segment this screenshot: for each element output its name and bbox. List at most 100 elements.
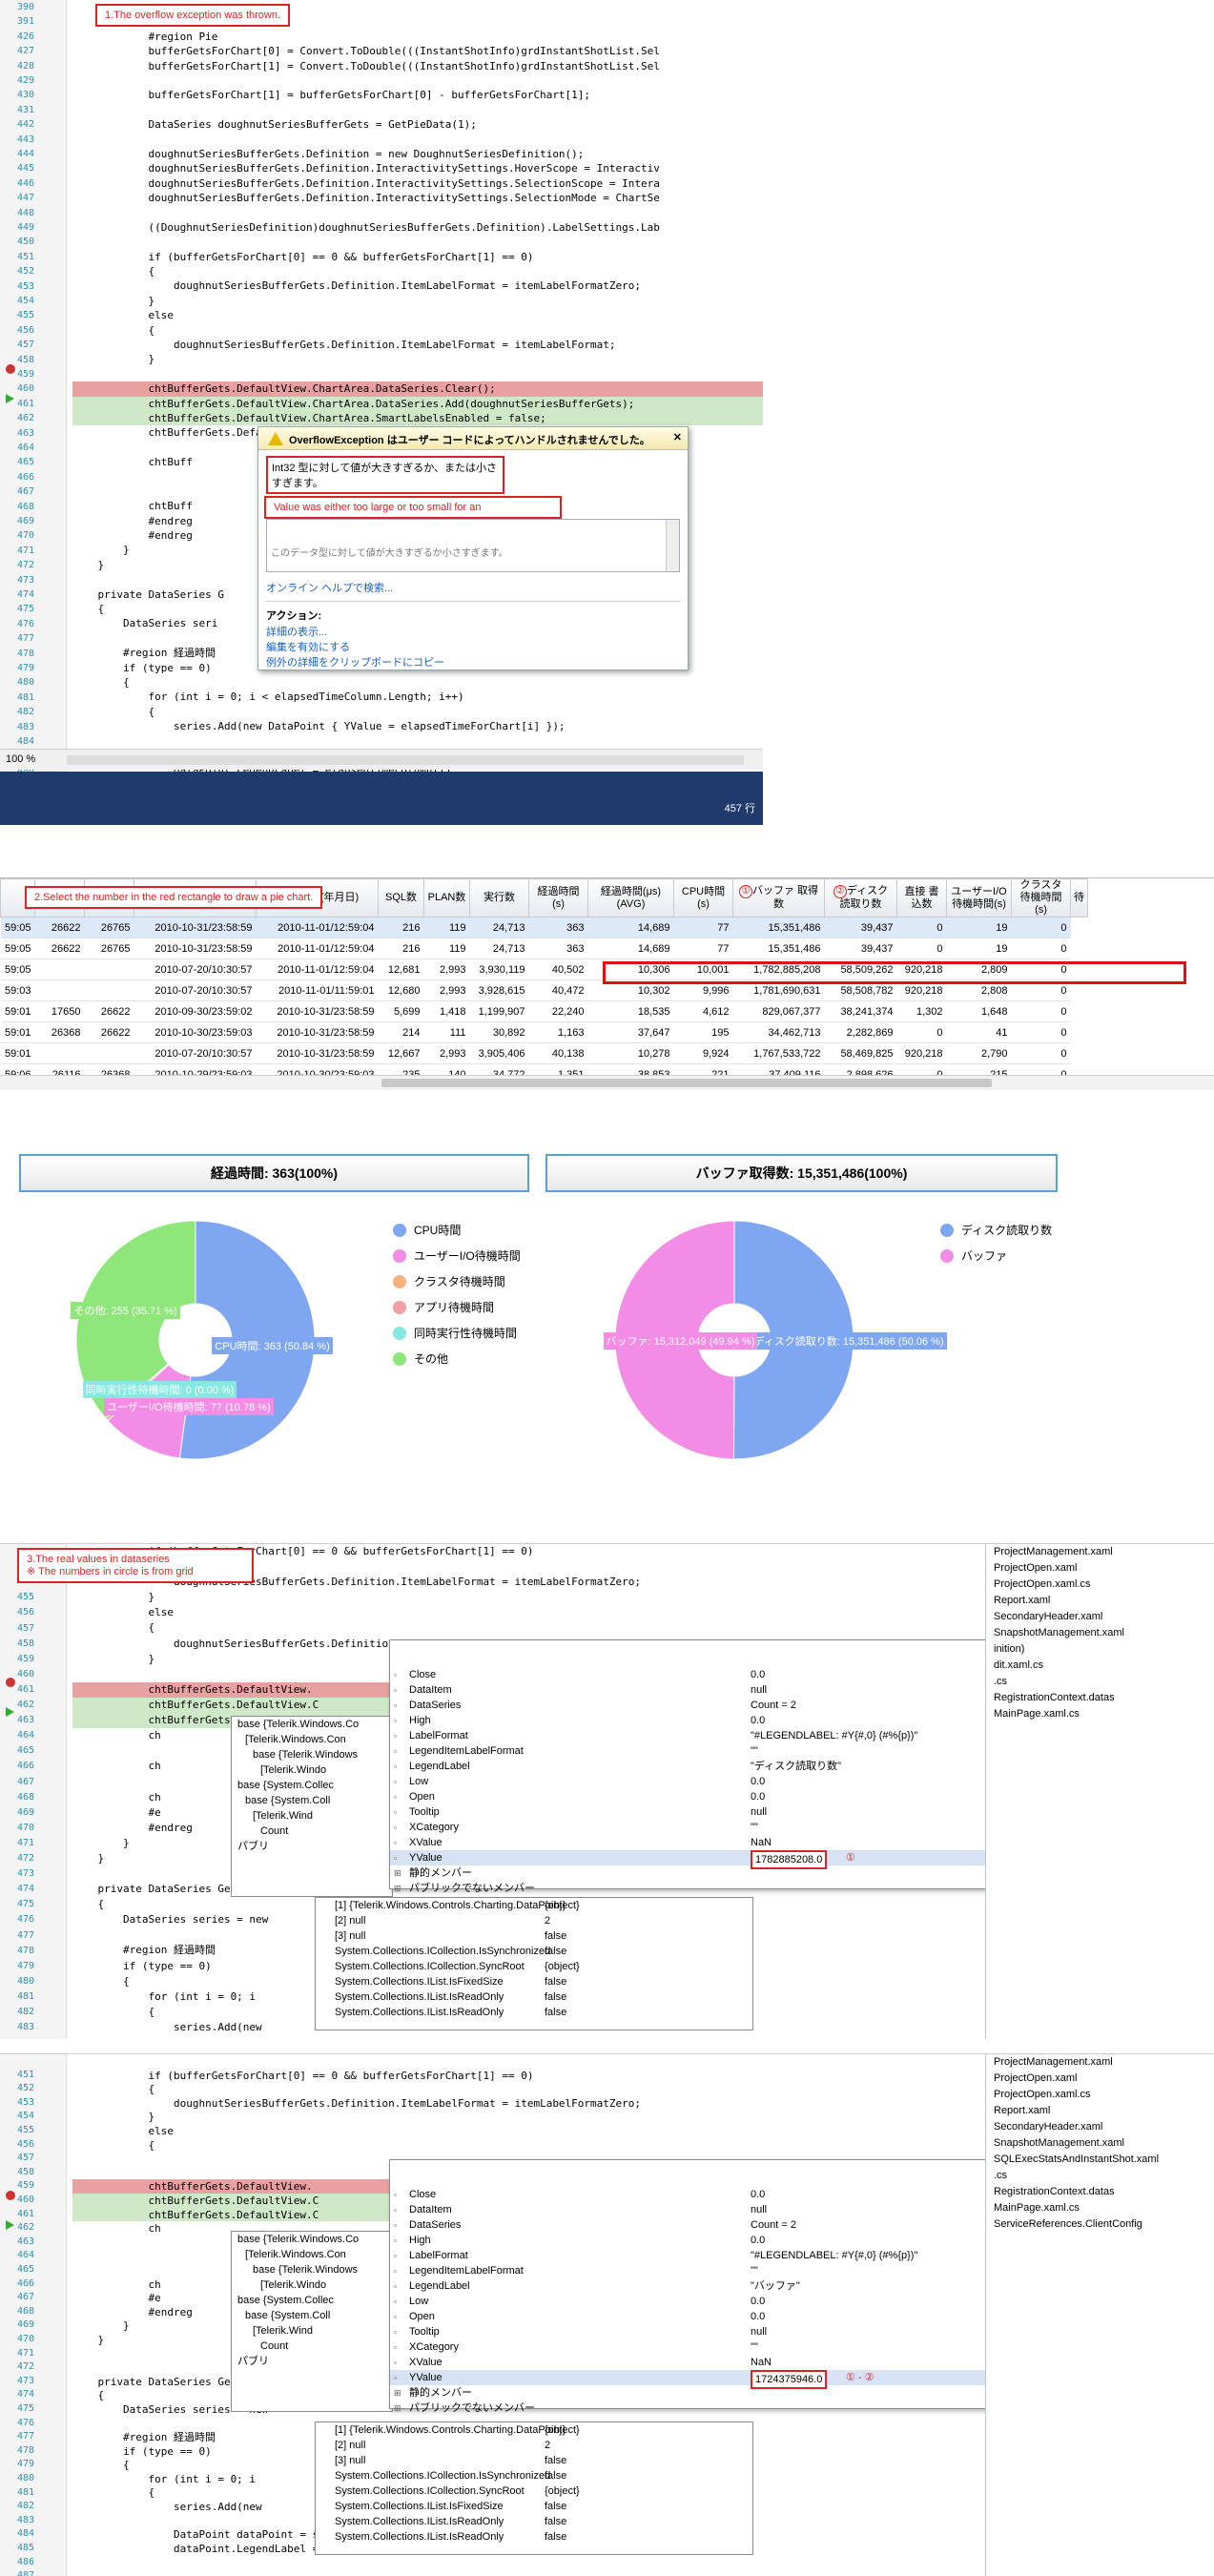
code-line[interactable]: doughnutSeriesBufferGets.Definition.Item… bbox=[72, 278, 763, 293]
expand-icon[interactable]: ▫ bbox=[394, 2233, 397, 2248]
code-line[interactable]: #region Pie bbox=[72, 30, 763, 44]
table-cell[interactable]: 2010-11-01/11:59:01 bbox=[256, 979, 379, 1001]
expand-icon[interactable]: ▫ bbox=[394, 1759, 397, 1774]
table-cell[interactable]: 10,278 bbox=[587, 1042, 674, 1064]
breakpoint-icon[interactable] bbox=[6, 1678, 15, 1687]
expand-icon[interactable]: ▫ bbox=[394, 2339, 397, 2355]
action-enable-editing[interactable]: 編集を有効にする bbox=[266, 640, 680, 655]
tree-node[interactable]: [Telerik.Windo bbox=[232, 1762, 392, 1778]
table-cell[interactable]: 19 bbox=[946, 917, 1012, 938]
table-cell[interactable]: 2,993 bbox=[423, 1042, 470, 1064]
table-cell[interactable]: 26765 bbox=[84, 938, 134, 959]
tree-node[interactable]: base {Telerik.Windows.Co bbox=[232, 2232, 392, 2247]
subtree-row[interactable]: System.Collections.ICollection.SyncRoot {… bbox=[316, 1959, 752, 1974]
table-cell[interactable]: 119 bbox=[423, 938, 470, 959]
table-cell[interactable]: 111 bbox=[423, 1021, 470, 1043]
legend-item[interactable]: アプリ待機時間 bbox=[393, 1294, 521, 1320]
property-row[interactable]: ▫ LegendItemLabelFormat "" bbox=[390, 1743, 1018, 1759]
scrollbar[interactable] bbox=[666, 520, 679, 571]
solution-item[interactable]: ProjectManagement.xaml bbox=[986, 2054, 1214, 2071]
instant-shot-grid[interactable]: 終了時刻 (年月日)SQL数PLAN数実行数経過時間(s)経過時間(μs)(AV… bbox=[0, 877, 1214, 1130]
expand-icon[interactable]: ▫ bbox=[394, 1698, 397, 1713]
property-row[interactable]: ▫ LegendLabel "ディスク読取り数" bbox=[390, 1759, 1018, 1774]
code-line[interactable] bbox=[72, 73, 763, 88]
expand-icon[interactable]: ▫ bbox=[394, 1789, 397, 1804]
table-cell[interactable]: 9,924 bbox=[673, 1042, 733, 1064]
expand-icon[interactable]: ▫ bbox=[394, 2370, 397, 2385]
table-cell[interactable]: 2010-11-01/12:59:04 bbox=[256, 917, 379, 938]
code-area[interactable]: #region Pie bufferGetsForChart[0] = Conv… bbox=[72, 0, 763, 793]
property-row[interactable]: ▫ XValue NaN bbox=[390, 2355, 1018, 2370]
legend-item[interactable]: 同時実行性待機時間 bbox=[393, 1320, 521, 1346]
table-cell[interactable]: 1,767,533,722 bbox=[732, 1042, 825, 1064]
datatip-tree[interactable]: base {Telerik.Windows.Co [Telerik.Windows… bbox=[231, 2231, 393, 2412]
table-cell[interactable] bbox=[84, 958, 134, 980]
tree-node[interactable]: base {System.Coll bbox=[232, 1793, 392, 1808]
property-value[interactable]: "" bbox=[751, 1743, 758, 1759]
table-cell[interactable]: 59:05 bbox=[0, 917, 35, 938]
property-row[interactable]: ▫ High 0.0 bbox=[390, 2233, 1018, 2248]
code-line[interactable]: doughnutSeriesBufferGets.Definition.Inte… bbox=[72, 161, 763, 175]
property-value[interactable]: 0.0 bbox=[751, 2294, 765, 2309]
table-cell[interactable]: 216 bbox=[378, 938, 424, 959]
horizontal-scrollbar[interactable] bbox=[67, 755, 744, 765]
property-value[interactable]: 0.0 bbox=[751, 2233, 765, 2248]
expand-icon[interactable]: ▫ bbox=[394, 1682, 397, 1698]
code-line[interactable] bbox=[72, 205, 763, 219]
property-row[interactable]: ▫ YValue 1724375946.0 ① - ② bbox=[390, 2370, 1018, 2389]
solution-item[interactable]: SecondaryHeader.xaml bbox=[986, 1609, 1214, 1625]
column-header[interactable]: 直接 書込数 bbox=[896, 878, 947, 917]
code-line[interactable]: DataSeries doughnutSeriesBufferGets = Ge… bbox=[72, 117, 763, 132]
table-cell[interactable]: 195 bbox=[673, 1021, 733, 1043]
table-cell[interactable]: 2010-10-31/23:58:59 bbox=[256, 1000, 379, 1022]
property-value[interactable]: NaN bbox=[751, 2355, 772, 2370]
tree-node[interactable]: base {System.Collec bbox=[232, 2293, 392, 2308]
table-cell[interactable]: 12,681 bbox=[378, 958, 424, 980]
code-line[interactable]: bufferGetsForChart[1] = bufferGetsForCha… bbox=[72, 88, 763, 102]
zoom-level[interactable]: 100 % bbox=[6, 753, 35, 765]
table-row[interactable]: 59:05 26622 26765 2010-10-31/23:58:59 2010-1… bbox=[0, 917, 1088, 938]
property-value[interactable]: NaN bbox=[751, 1835, 772, 1850]
datatip-properties[interactable]: ▫ Close 0.0 ▫ DataItem null ▫ DataSeries Count =… bbox=[389, 2159, 1019, 2414]
column-header[interactable]: SQL数 bbox=[378, 878, 424, 917]
solution-item[interactable]: SnapshotManagement.xaml bbox=[986, 2135, 1214, 2152]
property-value[interactable]: null bbox=[751, 1804, 767, 1820]
code-line[interactable]: else bbox=[72, 308, 763, 322]
property-value[interactable]: 0.0 bbox=[751, 1713, 765, 1728]
table-cell[interactable]: 39,437 bbox=[824, 938, 897, 959]
expand-icon[interactable]: ▫ bbox=[394, 1835, 397, 1850]
solution-explorer[interactable]: ProjectManagement.xaml ProjectOpen.xaml Pr… bbox=[985, 1544, 1214, 2039]
table-cell[interactable]: 38,241,374 bbox=[824, 1000, 897, 1022]
subtree-row[interactable]: [3] null false bbox=[316, 2453, 752, 2468]
action-show-details[interactable]: 詳細の表示... bbox=[266, 625, 680, 640]
property-value[interactable]: "#LEGENDLABEL: #Y{#,0} (#%{p})" bbox=[751, 1728, 917, 1743]
table-cell[interactable]: 14,689 bbox=[587, 917, 674, 938]
code-line[interactable]: bufferGetsForChart[0] = Convert.ToDouble… bbox=[72, 44, 763, 58]
solution-item[interactable]: .cs bbox=[986, 1674, 1214, 1690]
table-cell[interactable]: 15,351,486 bbox=[732, 938, 825, 959]
solution-item[interactable]: Report.xaml bbox=[986, 1593, 1214, 1609]
table-row[interactable]: 59:01 26368 26622 2010-10-30/23:59:03 2010-1… bbox=[0, 1021, 1088, 1043]
expand-icon[interactable]: ▫ bbox=[394, 2202, 397, 2217]
table-cell[interactable]: 2010-10-31/23:58:59 bbox=[134, 938, 257, 959]
table-cell[interactable]: 0 bbox=[1011, 938, 1071, 959]
property-row[interactable]: ▫ Tooltip null bbox=[390, 1804, 1018, 1820]
property-value[interactable]: 0.0 bbox=[751, 2309, 765, 2324]
table-cell[interactable]: 26368 bbox=[34, 1021, 85, 1043]
code-line[interactable] bbox=[72, 103, 763, 117]
subtree-row[interactable]: System.Collections.ICollection.SyncRoot {… bbox=[316, 2483, 752, 2499]
table-cell[interactable] bbox=[34, 958, 85, 980]
expand-icon[interactable]: ▫ bbox=[394, 2324, 397, 2339]
table-cell[interactable]: 30,892 bbox=[469, 1021, 529, 1043]
table-cell[interactable]: 2010-09-30/23:59:02 bbox=[134, 1000, 257, 1022]
expand-icon[interactable]: ▫ bbox=[394, 1804, 397, 1820]
code-line[interactable]: chtBufferGets.DefaultView.ChartArea.Data… bbox=[72, 396, 763, 411]
table-cell[interactable]: 77 bbox=[673, 938, 733, 959]
tree-node[interactable]: パブリ bbox=[232, 1839, 392, 1854]
table-cell[interactable]: 2010-11-01/12:59:04 bbox=[256, 938, 379, 959]
table-cell[interactable]: 40,502 bbox=[528, 958, 588, 980]
solution-item[interactable]: Report.xaml bbox=[986, 2103, 1214, 2119]
column-header[interactable]: 経過時間(s) bbox=[528, 878, 588, 917]
table-cell[interactable]: 59:01 bbox=[0, 1021, 35, 1043]
property-row[interactable]: ⊞ パブリックでないメンバー bbox=[390, 1881, 1018, 1896]
